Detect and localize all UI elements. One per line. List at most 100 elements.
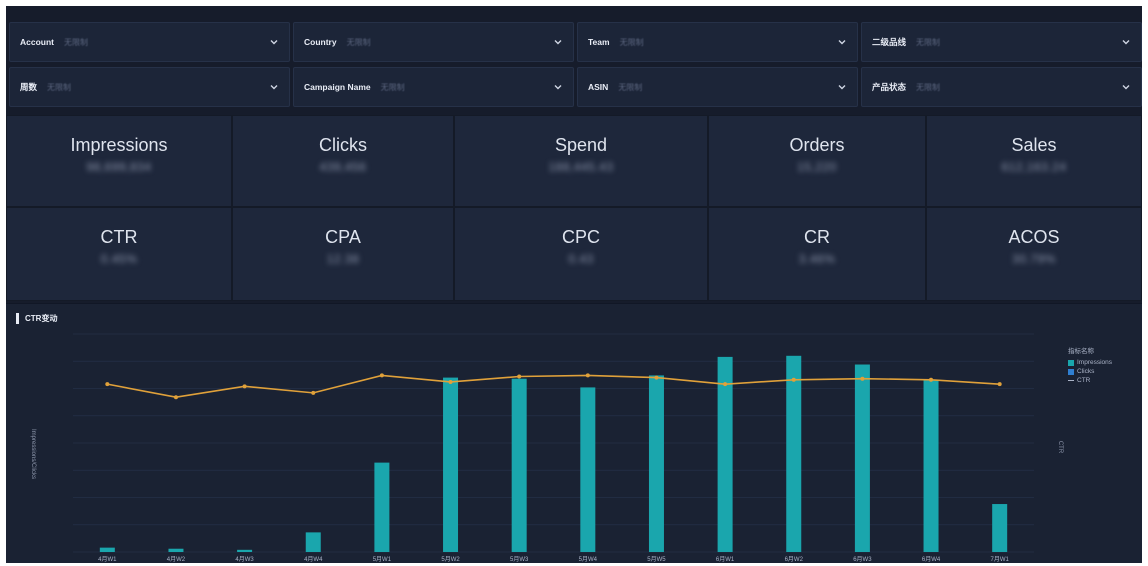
kpi-title: CR xyxy=(804,227,830,247)
filter-label: Campaign Name xyxy=(304,82,371,92)
team-filter[interactable]: Team 无限制 xyxy=(577,22,858,62)
legend-label: Clicks xyxy=(1077,368,1095,375)
chart-grid xyxy=(73,333,1034,553)
legend-item-impressions[interactable]: Impressions xyxy=(1068,358,1112,367)
chevron-down-icon[interactable] xyxy=(837,37,847,47)
impressions-bar[interactable] xyxy=(168,548,184,552)
product-status-filter[interactable]: 产品状态 无限制 xyxy=(861,67,1142,107)
dashboard-frame: Account 无限制 Country 无限制 Team 无限制 二级品线 无限… xyxy=(6,6,1142,563)
kpi-value: 98,699,834 xyxy=(86,160,152,174)
kpi-value: 612,163.24 xyxy=(1001,160,1067,174)
right-axis-label: CTR xyxy=(1057,441,1063,454)
kpi-card-cpc: CPC 0.43 xyxy=(454,207,708,301)
filter-label: Account xyxy=(20,37,54,47)
filter-label: ASIN xyxy=(588,82,609,92)
kpi-value: 0.43 xyxy=(568,252,594,266)
filter-label: 产品状态 xyxy=(872,82,907,92)
ctr-chart-panel: CTR变动 4月W1 4月W2 4月W3 4月W4 5月W1 5月W2 5月W3 5月W4 5月… xyxy=(6,303,1142,563)
impressions-bar[interactable] xyxy=(648,375,664,552)
kpi-value: 439,456 xyxy=(319,160,367,174)
ctr-point[interactable] xyxy=(242,384,247,389)
x-tick-label: 4月W1 xyxy=(98,556,117,563)
country-filter[interactable]: Country 无限制 xyxy=(293,22,574,62)
legend-item-ctr[interactable]: CTR xyxy=(1068,376,1112,385)
filter-value: 无限制 xyxy=(64,37,88,47)
ctr-point[interactable] xyxy=(997,382,1002,387)
kpi-value: 30.79% xyxy=(1012,252,1056,266)
impressions-bar[interactable] xyxy=(511,378,527,552)
impressions-bar[interactable] xyxy=(992,504,1008,552)
x-tick-labels: 4月W1 4月W2 4月W3 4月W4 5月W1 5月W2 5月W3 5月W4 5月W5 6月W1… xyxy=(98,556,1009,563)
impressions-bar[interactable] xyxy=(580,387,596,552)
kpi-value: 15,220 xyxy=(797,160,837,174)
account-filter[interactable]: Account 无限制 xyxy=(9,22,290,62)
legend-label: CTR xyxy=(1077,377,1091,384)
x-tick-label: 5月W4 xyxy=(579,556,598,563)
kpi-card-clicks: Clicks 439,456 xyxy=(232,115,454,207)
x-tick-label: 7月W1 xyxy=(991,556,1010,563)
impressions-bar[interactable] xyxy=(443,377,459,552)
x-tick-label: 4月W3 xyxy=(235,556,254,563)
ctr-point[interactable] xyxy=(723,382,728,387)
x-tick-label: 4月W2 xyxy=(167,556,186,563)
impressions-bar[interactable] xyxy=(786,355,802,552)
filter-value: 无限制 xyxy=(47,82,72,92)
kpi-value: 0.45% xyxy=(100,252,138,266)
chevron-down-icon[interactable] xyxy=(1121,37,1131,47)
x-tick-label: 6月W4 xyxy=(922,556,941,563)
ctr-point[interactable] xyxy=(654,375,659,380)
legend-item-clicks[interactable]: Clicks xyxy=(1068,367,1112,376)
filter-label: 二级品线 xyxy=(872,37,907,47)
x-tick-label: 4月W4 xyxy=(304,556,323,563)
kpi-value: 188,445.43 xyxy=(548,160,614,174)
chevron-down-icon[interactable] xyxy=(269,82,279,92)
asin-filter[interactable]: ASIN 无限制 xyxy=(577,67,858,107)
ctr-point[interactable] xyxy=(860,376,865,381)
ctr-point[interactable] xyxy=(929,377,934,382)
impressions-bar[interactable] xyxy=(305,532,321,552)
impressions-bar[interactable] xyxy=(923,379,939,552)
chevron-down-icon[interactable] xyxy=(553,37,563,47)
filter-value: 无限制 xyxy=(619,37,644,47)
product-line-filter[interactable]: 二级品线 无限制 xyxy=(861,22,1142,62)
ctr-point[interactable] xyxy=(311,390,316,395)
kpi-card-impressions: Impressions 98,699,834 xyxy=(6,115,232,207)
filter-value: 无限制 xyxy=(380,82,405,92)
chevron-down-icon[interactable] xyxy=(837,82,847,92)
kpi-card-cpa: CPA 12.38 xyxy=(232,207,454,301)
ctr-point[interactable] xyxy=(791,377,796,382)
legend-swatch xyxy=(1068,380,1074,381)
campaign-name-filter[interactable]: Campaign Name 无限制 xyxy=(293,67,574,107)
impressions-bar[interactable] xyxy=(717,356,733,552)
impressions-bar[interactable] xyxy=(854,364,870,552)
impressions-bar[interactable] xyxy=(99,547,115,552)
left-axis-label: Impressions/Clicks xyxy=(30,429,36,479)
week-filter[interactable]: 周数 无限制 xyxy=(9,67,290,107)
filter-label: Country xyxy=(304,37,337,47)
x-tick-label: 5月W2 xyxy=(441,556,460,563)
ctr-point[interactable] xyxy=(173,395,178,400)
ctr-point[interactable] xyxy=(585,373,590,378)
kpi-card-spend: Spend 188,445.43 xyxy=(454,115,708,207)
impressions-bars xyxy=(99,355,1008,552)
kpi-title: CTR xyxy=(100,227,138,247)
filter-bar: Account 无限制 Country 无限制 Team 无限制 二级品线 无限… xyxy=(6,6,1142,110)
x-tick-label: 5月W1 xyxy=(373,556,392,563)
ctr-chart: 4月W1 4月W2 4月W3 4月W4 5月W1 5月W2 5月W3 5月W4 5月W5 6月W1… xyxy=(30,333,1063,563)
kpi-value: 12.38 xyxy=(326,252,360,266)
kpi-title: Impressions xyxy=(70,135,168,155)
chevron-down-icon[interactable] xyxy=(553,82,563,92)
chevron-down-icon[interactable] xyxy=(269,37,279,47)
filter-value: 无限制 xyxy=(618,82,643,92)
ctr-point[interactable] xyxy=(105,382,110,387)
ctr-point[interactable] xyxy=(448,379,453,384)
ctr-point[interactable] xyxy=(517,374,522,379)
kpi-card-acos: ACOS 30.79% xyxy=(926,207,1142,301)
chevron-down-icon[interactable] xyxy=(1121,82,1131,92)
kpi-card-orders: Orders 15,220 xyxy=(708,115,926,207)
chart-legend: 指标名称 Impressions Clicks CTR xyxy=(1068,345,1112,385)
impressions-bar[interactable] xyxy=(237,549,253,552)
impressions-bar[interactable] xyxy=(374,462,390,552)
ctr-point[interactable] xyxy=(379,373,384,378)
filter-value: 无限制 xyxy=(916,82,941,92)
